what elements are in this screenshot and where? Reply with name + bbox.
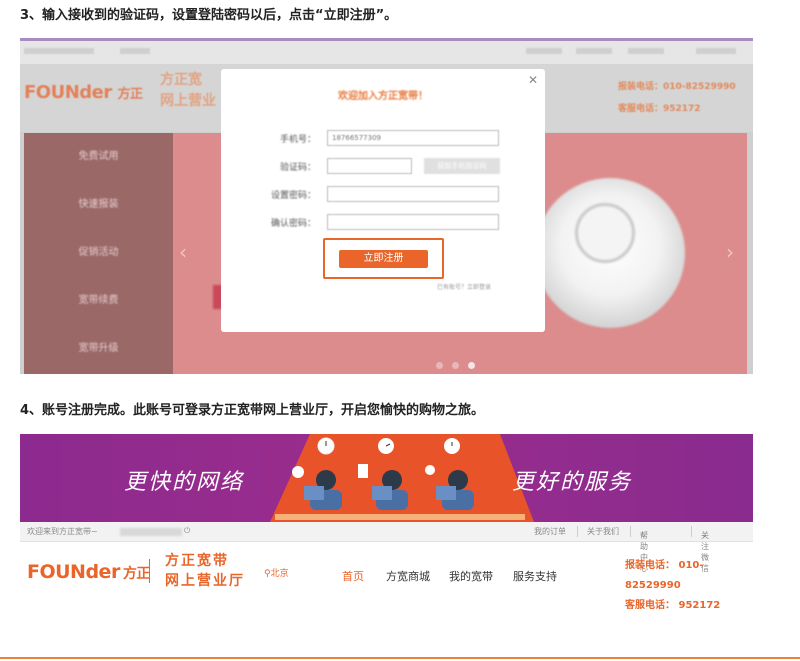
logo-divider bbox=[149, 559, 150, 583]
blurred-brand: 方正宽 网上营业 bbox=[160, 72, 216, 109]
register-button[interactable]: 立即注册 bbox=[339, 250, 428, 268]
slogan-right: 更好的服务 bbox=[512, 470, 633, 495]
prev-arrow-icon: ‹ bbox=[179, 240, 187, 264]
nav-my-broadband[interactable]: 我的宽带 bbox=[449, 568, 493, 584]
register-button-highlight: 立即注册 bbox=[323, 238, 444, 279]
power-icon[interactable]: ⏻ bbox=[184, 526, 190, 536]
nav-mall[interactable]: 方宽商城 bbox=[386, 568, 430, 584]
close-icon[interactable]: ✕ bbox=[528, 73, 538, 87]
blurred-topbar bbox=[20, 38, 753, 64]
about-us-link[interactable]: 关于我们 bbox=[587, 526, 619, 537]
my-orders-link[interactable]: 我的订单 bbox=[534, 526, 566, 537]
next-arrow-icon: › bbox=[726, 240, 734, 264]
password-field[interactable] bbox=[327, 186, 499, 202]
service-phone: 952172 bbox=[678, 600, 721, 611]
modal-title: 欢迎加入方正宽带！ bbox=[338, 91, 428, 102]
get-code-button[interactable]: 获取手机验证码 bbox=[424, 158, 500, 174]
confirm-password-field[interactable] bbox=[327, 214, 499, 230]
phone-field[interactable]: 18766577309 bbox=[327, 130, 499, 146]
chevron-down-icon: ⌄ bbox=[640, 530, 647, 539]
welcome-text: 欢迎来到方正宽带~ bbox=[27, 527, 98, 536]
promo-banner: 更快的网络 更好的服务 bbox=[20, 434, 753, 522]
step-3-instruction: 3、输入接收到的验证码，设置登陆密码以后，点击“立即注册”。 bbox=[20, 8, 398, 23]
contact-info: 报装电话： 010-82529990 客服电话： 952172 bbox=[625, 560, 721, 611]
blurred-contact: 报装电话：010-82529990 客服电话：952172 bbox=[618, 82, 736, 114]
blurred-sidebar: 免费试用 快速报装 促销活动 宽带续费 宽带升级 bbox=[24, 133, 173, 374]
brand-title: 方正宽带 网上营业厅 bbox=[165, 553, 245, 589]
slogan-left: 更快的网络 bbox=[124, 470, 245, 495]
login-link[interactable]: 已有账号？立即登录 bbox=[437, 282, 491, 291]
registration-screenshot: FOUNder 方正 方正宽 网上营业 报装电话：010-82529990 客服电话… bbox=[20, 38, 753, 374]
location-pin-icon: ⚲ bbox=[264, 569, 271, 579]
blurred-phone-number bbox=[120, 528, 182, 536]
step-4-instruction: 4、账号注册完成。此账号可登录方正宽带网上营业厅，开启您愉快的购物之旅。 bbox=[20, 403, 485, 418]
bottom-divider bbox=[0, 657, 800, 659]
verification-code-field[interactable] bbox=[327, 158, 412, 174]
chevron-down-icon: ⌄ bbox=[701, 530, 708, 539]
blurred-logo: FOUNder 方正 bbox=[24, 82, 143, 103]
carousel-dots bbox=[436, 354, 484, 373]
site-topbar: 欢迎来到方正宽带~ ⏻ 我的订单 关于我们 帮助中心 ⌄ 关注微信 ⌄ bbox=[20, 522, 753, 573]
completion-screenshot: 更快的网络 更好的服务 欢迎来到方正宽带~ ⏻ 我的订单 关于我们 帮助中心 ⌄… bbox=[20, 434, 753, 611]
nav-support[interactable]: 服务支持 bbox=[513, 568, 557, 584]
nav-home[interactable]: 首页 bbox=[342, 568, 364, 584]
register-modal: ✕ 欢迎加入方正宽带！ 手机号： 18766577309 验证码： 获取手机验证… bbox=[221, 69, 545, 332]
city-selector[interactable]: ⚲北京 bbox=[264, 566, 289, 579]
code-row: 验证码： 获取手机验证码 bbox=[261, 158, 501, 174]
founder-logo[interactable]: FOUNder 方正 bbox=[27, 561, 150, 583]
